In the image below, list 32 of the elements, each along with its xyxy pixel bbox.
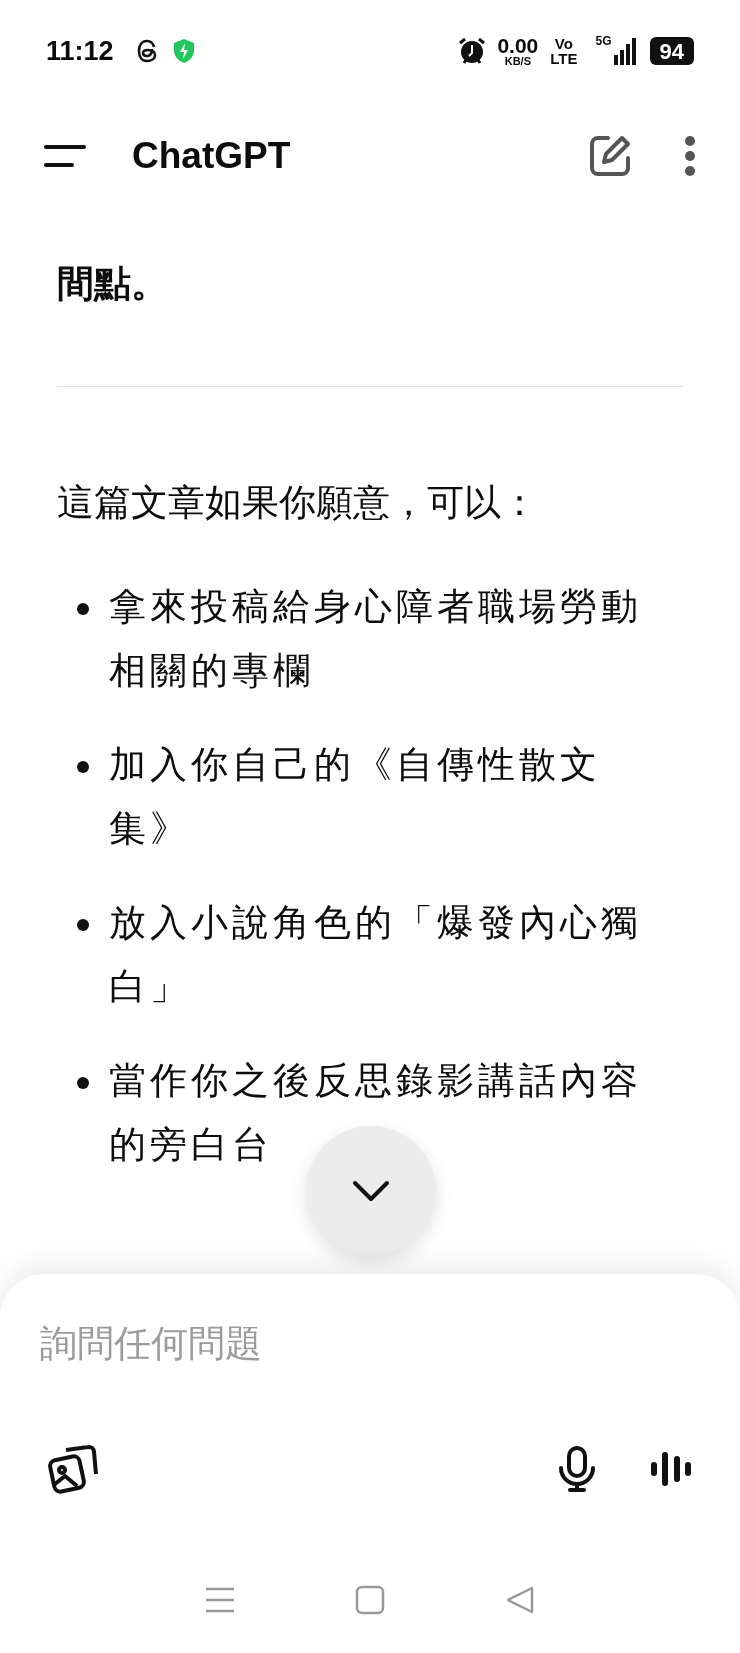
list-item-text: 拿來投稿給身心障者職場勞動相關的專欄 (109, 585, 643, 693)
back-icon[interactable] (505, 1585, 535, 1615)
more-options-icon[interactable] (684, 135, 696, 177)
list-item-text: 當作你之後反思錄影講話內容的旁白台 (109, 1059, 643, 1167)
bullet-icon (77, 1077, 89, 1089)
list-item-text: 加入你自己的《自傳性散文集》 (109, 743, 602, 851)
network-speed: 0.00 (497, 35, 539, 56)
voice-mode-icon[interactable] (650, 1450, 692, 1488)
microphone-icon[interactable] (558, 1446, 596, 1492)
home-icon[interactable] (355, 1585, 385, 1615)
clock-time: 11:12 (46, 34, 114, 68)
recent-apps-icon[interactable] (205, 1586, 235, 1614)
alarm-icon (457, 36, 488, 66)
shield-icon (171, 38, 196, 64)
bullet-icon (77, 761, 89, 773)
battery-indicator: 94 (649, 37, 694, 65)
message-text: 這篇文章如果你願意，可以： (57, 481, 539, 525)
compose-icon[interactable] (588, 134, 632, 178)
menu-icon[interactable] (44, 143, 86, 169)
volte-label: Vo (554, 36, 573, 51)
chevron-down-icon (352, 1180, 390, 1202)
network-type: 5G (595, 33, 612, 50)
bullet-icon (77, 603, 89, 615)
image-icon[interactable] (48, 1444, 98, 1494)
list-item-text: 放入小說角色的「爆發內心獨白」 (109, 901, 643, 1009)
speed-unit: KB/S (504, 56, 531, 67)
signal-icon (613, 37, 638, 65)
app-title: ChatGPT (132, 134, 291, 179)
bullet-icon (77, 919, 89, 931)
message-text: 間點。 (57, 262, 169, 306)
volte-label: LTE (550, 51, 578, 66)
message-input[interactable]: 詢問任何問題 (40, 1314, 680, 1374)
